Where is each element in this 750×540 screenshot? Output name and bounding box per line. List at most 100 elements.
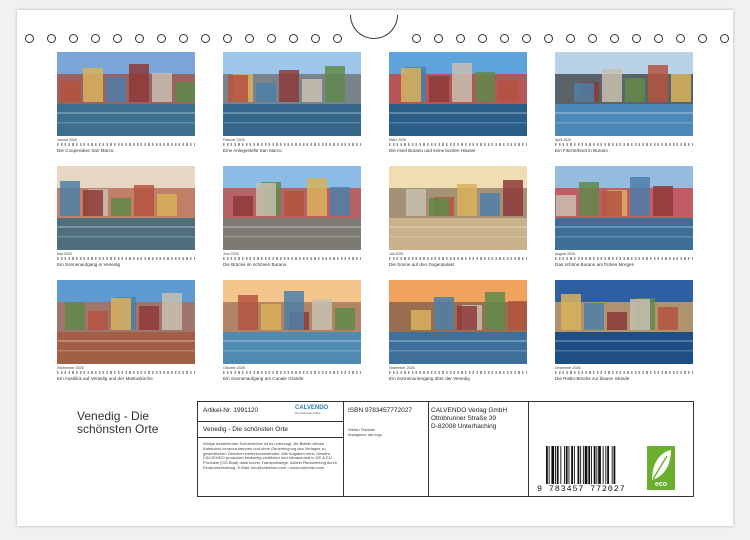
product-info-box: Artikel-Nr. 1991120 CALVENDO Die Kalende… (197, 401, 694, 497)
binding-hole (47, 34, 56, 43)
month-cell: Januar 2026 Die Cooperative San Marco (57, 52, 195, 153)
author-info: Stefan Tewinan Instagram: lae.logo (348, 427, 426, 438)
binding-hole (610, 34, 619, 43)
binding-hole (113, 34, 122, 43)
photo-caption: Ein Sonnenaufgang in Venedig (57, 262, 121, 267)
barcode (546, 446, 616, 484)
month-cell: März 2026 Die Insel Burano und seine bun… (389, 52, 527, 153)
photo-caption: Die Cooperative San Marco (57, 148, 114, 153)
month-cell: November 2026 Ein Sonnenuntergang über d… (389, 280, 527, 381)
day-dots (223, 257, 361, 260)
binding-hole (720, 34, 729, 43)
product-title: Venedig - Die schönsten Orte (203, 426, 288, 433)
binding-hole (179, 34, 188, 43)
month-label: November 2026 (389, 366, 415, 370)
legal-notice: Infolge bestehender Schutzrechte ist es … (203, 441, 338, 470)
photo-caption: Die Insel Burano und seine bunten Häuser (389, 148, 476, 153)
barcode-bar (556, 446, 559, 484)
barcode-bar (613, 446, 616, 484)
photo-caption: Die Sonne auf den Dogenpalast (389, 262, 455, 267)
month-label: Juli 2026 (389, 252, 404, 256)
binding-hole (201, 34, 210, 43)
month-photo (555, 52, 693, 136)
calvendo-logo: CALVENDO Die Kalendermarke (295, 405, 340, 419)
barcode-bar (588, 446, 591, 484)
binding-hole (522, 34, 531, 43)
barcode-bar (565, 446, 568, 484)
eco-logo: eco (647, 446, 675, 490)
binding-hole (91, 34, 100, 43)
day-dots (389, 371, 527, 374)
day-dots (223, 143, 361, 146)
photo-caption: Ein Sonnenaufgang am Canale Grande (223, 376, 304, 381)
month-label: Mai 2026 (57, 252, 72, 256)
day-dots (555, 257, 693, 260)
binding-hole (456, 34, 465, 43)
binding-hole (544, 34, 553, 43)
month-label: Januar 2026 (57, 138, 77, 142)
barcode-bar (555, 446, 556, 484)
month-photo (223, 280, 361, 364)
month-photo (389, 52, 527, 136)
month-cell: Oktober 2026 Ein Sonnenaufgang am Canale… (223, 280, 361, 381)
binding-hole (245, 34, 254, 43)
barcode-number: 9 783457 772027 (537, 484, 626, 494)
barcode-bar (573, 446, 575, 484)
binding-hole (135, 34, 144, 43)
month-label: Dezember 2026 (555, 366, 581, 370)
barcode-bar (571, 446, 573, 484)
day-dots (57, 143, 195, 146)
day-dots (57, 371, 195, 374)
binding-hole (25, 34, 34, 43)
barcode-bar (568, 446, 570, 484)
binding-hole (267, 34, 276, 43)
month-photo (57, 166, 195, 250)
barcode-bar (593, 446, 596, 484)
month-label: Oktober 2026 (223, 366, 245, 370)
month-photo (389, 166, 527, 250)
photo-caption: Ein Ausblick auf Venedig und der Markusk… (57, 376, 153, 381)
day-dots (555, 371, 693, 374)
binding-hole (500, 34, 509, 43)
publisher-line-2: Ottobrunner Straße 39 (431, 415, 497, 422)
month-label: Juni 2026 (223, 252, 239, 256)
binding-hole (223, 34, 232, 43)
binding-hole (654, 34, 663, 43)
barcode-bar (584, 446, 588, 484)
barcode-bar (602, 446, 604, 484)
barcode-bar (564, 446, 565, 484)
barcode-bar (546, 446, 548, 484)
day-dots (57, 257, 195, 260)
photo-caption: Die Brücke im schönen Burano (223, 262, 287, 267)
binding-hole (157, 34, 166, 43)
eco-label: eco (654, 481, 668, 488)
barcode-bar (582, 446, 584, 484)
photo-caption: Die Rialto-Brücke zur blauen Stunde (555, 376, 630, 381)
binding-hole (412, 34, 421, 43)
month-cell: Juli 2026 Die Sonne auf den Dogenpalast (389, 166, 527, 267)
binding-hole (478, 34, 487, 43)
barcode-bar (598, 446, 601, 484)
month-cell: August 2026 Das schöne Burano am frühen … (555, 166, 693, 267)
photo-caption: Ein Fischerboot in Burano (555, 148, 608, 153)
month-label: August 2026 (555, 252, 576, 256)
month-photo (555, 166, 693, 250)
barcode-bar (611, 446, 613, 484)
month-cell: Februar 2026 Eine Anlegestelle San Marco (223, 52, 361, 153)
barcode-bar (605, 446, 607, 484)
binding-hole (632, 34, 641, 43)
binding-hole (676, 34, 685, 43)
day-dots (389, 257, 527, 260)
barcode-bar (591, 446, 592, 484)
photo-caption: Eine Anlegestelle San Marco (223, 148, 282, 153)
day-dots (223, 371, 361, 374)
month-cell: Dezember 2026 Die Rialto-Brücke zur blau… (555, 280, 693, 381)
calvendo-logo-sub: Die Kalendermarke (295, 411, 321, 415)
month-label: Februar 2026 (223, 138, 245, 142)
day-dots (389, 143, 527, 146)
binding-hole (69, 34, 78, 43)
binding-hole (434, 34, 443, 43)
binding-hole (588, 34, 597, 43)
author-instagram: Instagram: lae.logo (348, 431, 383, 437)
barcode-bar (551, 446, 555, 484)
